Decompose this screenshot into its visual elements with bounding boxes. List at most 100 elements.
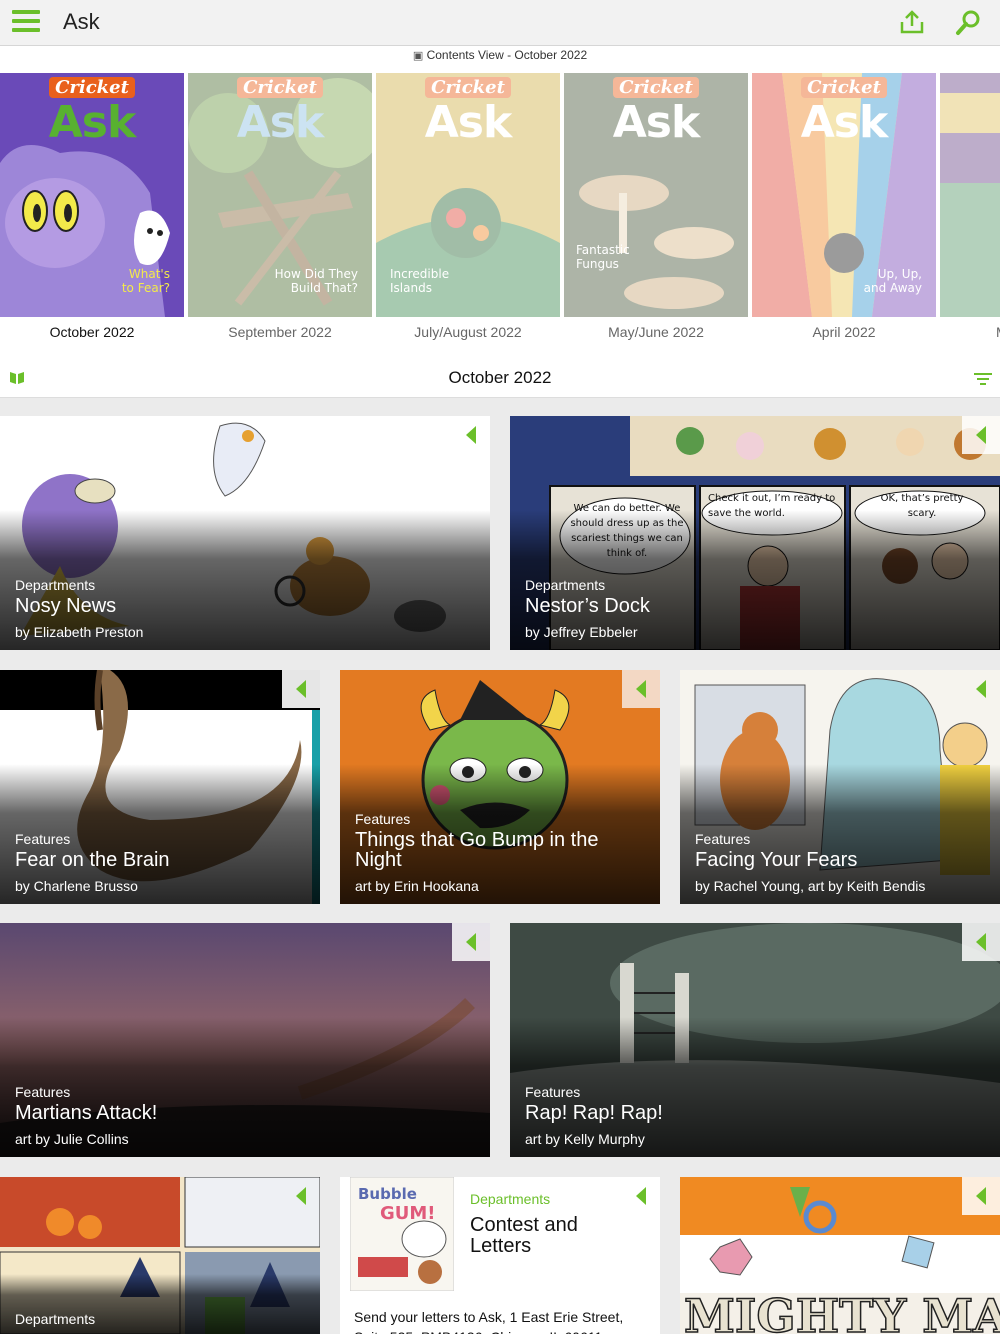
article-card-facing-your-fears[interactable]: Features Facing Your Fears by Rachel You… (680, 670, 1000, 904)
article-meta: Features Things that Go Bump in the Nigh… (355, 811, 648, 894)
share-icon[interactable] (898, 8, 926, 36)
cover-illustration (564, 73, 748, 317)
article-title: Rap! Rap! Rap! (525, 1102, 663, 1124)
article-meta: Features Fear on the Brain by Charlene B… (15, 831, 308, 894)
article-meta: Features Facing Your Fears by Rachel You… (695, 831, 988, 894)
collapse-arrow-icon[interactable] (962, 923, 1000, 961)
article-byline: art by Julie Collins (15, 1131, 129, 1147)
issue-cover: Cricket Ask Up, Up, and Away (752, 73, 936, 317)
article-byline: by Rachel Young, art by Keith Bendis (695, 878, 926, 894)
article-category: Features (15, 831, 71, 847)
cover-masthead: Ask (48, 97, 137, 148)
article-title: Martians Attack! (15, 1102, 158, 1124)
collapse-arrow-icon[interactable] (962, 1177, 1000, 1215)
collapse-arrow-icon[interactable] (962, 416, 1000, 454)
cover-brand: Cricket (376, 77, 560, 98)
issue-cover (940, 73, 1000, 317)
issue-partial[interactable]: M (940, 73, 1000, 340)
article-meta: Departments (15, 1311, 308, 1330)
issue-cover: Cricket Ask What's to Fear? (0, 73, 184, 317)
issue-cover: Cricket Ask Incredible Islands (376, 73, 560, 317)
article-card-contest-and-letters[interactable]: Bubble GUM! Departments Contest and Lett… (340, 1177, 660, 1334)
article-card-nestors-dock[interactable]: We can do better. We should dress up as … (510, 416, 1000, 650)
svg-text:MIGHTY MATH: MIGHTY MATH (684, 1289, 1000, 1334)
filter-icon[interactable] (974, 372, 992, 386)
article-title: Fear on the Brain (15, 849, 170, 871)
issue-label: October 2022 (49, 324, 135, 340)
issue-label: July/August 2022 (414, 324, 522, 340)
article-category: Departments (525, 577, 606, 593)
cover-masthead: Ask (800, 97, 889, 148)
article-byline: by Jeffrey Ebbeler (525, 624, 638, 640)
cover-teaser: Fantastic Fungus (576, 243, 630, 271)
section-title: October 2022 (448, 368, 552, 387)
issue-july-august-2022[interactable]: Cricket Ask Incredible Islands July/Augu… (376, 73, 560, 340)
collapse-arrow-icon[interactable] (282, 1177, 320, 1215)
issue-label: September 2022 (228, 324, 332, 340)
issue-september-2022[interactable]: Cricket Ask How Did They Build That? Sep… (188, 73, 372, 340)
contents-view-label: Contents View - October 2022 (426, 48, 588, 62)
collapse-arrow-icon[interactable] (962, 670, 1000, 708)
article-illustration: MIGHTY MATH (680, 1177, 1000, 1334)
cover-illustration (940, 73, 1000, 317)
article-title: Nosy News (15, 595, 117, 617)
article-card-nosy-news[interactable]: Departments Nosy News by Elizabeth Prest… (0, 416, 490, 650)
article-category: Departments (15, 577, 96, 593)
article-card-rap-rap-rap[interactable]: Features Rap! Rap! Rap! art by Kelly Mur… (510, 923, 1000, 1157)
article-card-things-that-go-bump[interactable]: Features Things that Go Bump in the Nigh… (340, 670, 660, 904)
article-card-mighty-math[interactable]: MIGHTY MATH (680, 1177, 1000, 1334)
article-meta: Features Martians Attack! art by Julie C… (15, 1084, 478, 1147)
article-byline: art by Kelly Murphy (525, 1131, 645, 1147)
cover-illustration (188, 73, 372, 317)
article-title: Contest and Letters (470, 1214, 578, 1257)
article-title: Things that Go Bump in the Night (355, 829, 599, 871)
issue-label: May/June 2022 (608, 324, 704, 340)
article-thumbnail: Bubble GUM! (350, 1177, 454, 1291)
collapse-arrow-icon[interactable] (282, 670, 320, 708)
article-card-fear-on-the-brain[interactable]: Features Fear on the Brain by Charlene B… (0, 670, 320, 904)
collapse-arrow-icon[interactable] (452, 416, 490, 454)
article-meta: Departments Nestor’s Dock by Jeffrey Ebb… (525, 577, 988, 640)
cover-brand: Cricket (188, 77, 372, 98)
menu-icon[interactable] (12, 10, 40, 34)
cover-masthead: Ask (236, 97, 325, 148)
article-excerpt: Send your letters to Ask, 1 East Erie St… (354, 1309, 624, 1334)
article-category: Features (355, 811, 411, 827)
app-title: Ask (63, 9, 100, 34)
search-icon[interactable] (955, 8, 983, 36)
cover-brand: Cricket (0, 77, 184, 98)
article-card-martians-attack[interactable]: Features Martians Attack! art by Julie C… (0, 923, 490, 1157)
issue-label: April 2022 (812, 324, 876, 340)
cover-teaser: Incredible Islands (390, 267, 450, 295)
cover-teaser: Up, Up, and Away (863, 267, 922, 295)
article-category: Departments (15, 1311, 96, 1327)
article-byline: by Charlene Brusso (15, 878, 138, 894)
article-category: Features (15, 1084, 71, 1100)
issue-cover: Cricket Ask How Did They Build That? (188, 73, 372, 317)
issue-may-june-2022[interactable]: Cricket Ask Fantastic Fungus May/June 20… (564, 73, 748, 340)
article-meta: Departments Nosy News by Elizabeth Prest… (15, 577, 478, 640)
article-byline: by Elizabeth Preston (15, 624, 144, 640)
svg-text:Bubble: Bubble (358, 1185, 417, 1203)
cover-masthead: Ask (612, 97, 701, 148)
issue-label: M (940, 324, 1000, 340)
issue-october-2022[interactable]: Cricket Ask What's to Fear? October 2022 (0, 73, 184, 340)
article-title: Facing Your Fears (695, 849, 858, 871)
article-category: Features (525, 1084, 581, 1100)
article-card-comic[interactable]: Departments (0, 1177, 320, 1334)
section-header: October 2022 (0, 360, 1000, 398)
contents-view-bar: ▣ Contents View - October 2022 (0, 46, 1000, 68)
book-icon: ▣ (412, 50, 424, 62)
article-category: Departments (470, 1191, 551, 1207)
collapse-arrow-icon[interactable] (452, 923, 490, 961)
issue-april-2022[interactable]: Cricket Ask Up, Up, and Away April 2022 (752, 73, 936, 340)
collapse-arrow-icon[interactable] (622, 670, 660, 708)
cover-brand: Cricket (564, 77, 748, 98)
issue-carousel[interactable]: Cricket Ask What's to Fear? October 2022… (0, 68, 1000, 360)
cover-teaser: How Did They Build That? (274, 267, 358, 295)
article-byline: art by Erin Hookana (355, 878, 479, 894)
article-title: Nestor’s Dock (525, 595, 650, 617)
cover-illustration (376, 73, 560, 317)
collapse-arrow-icon[interactable] (622, 1177, 660, 1215)
top-bar: Ask (0, 0, 1000, 46)
